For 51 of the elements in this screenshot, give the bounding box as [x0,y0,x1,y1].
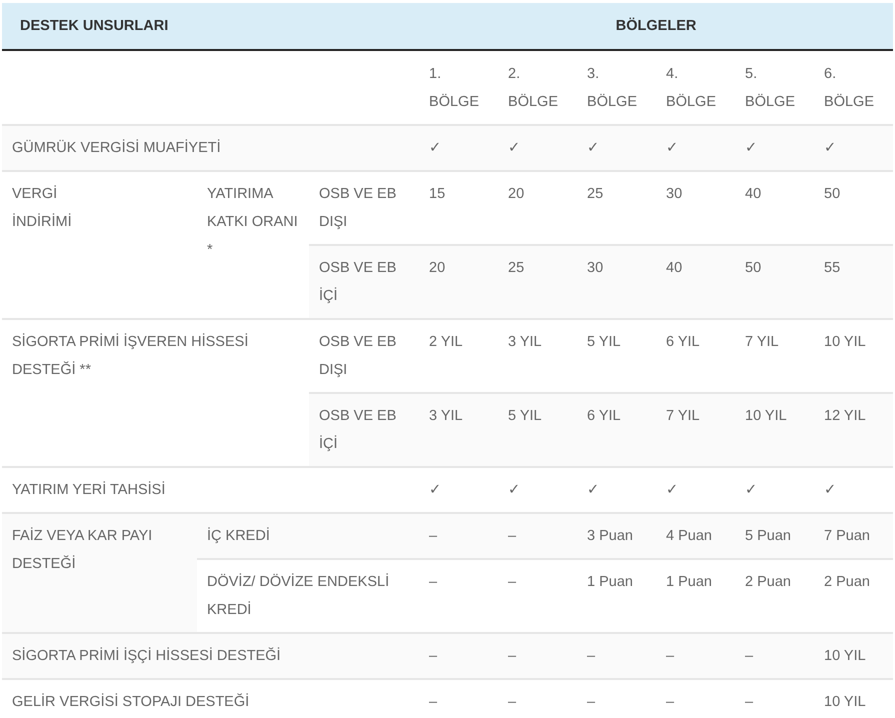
column-header: 5. BÖLGE [735,50,814,125]
column-header: 4. BÖLGE [656,50,736,125]
table-cell: – [735,633,814,679]
table-cell: 12 YIL [814,393,894,467]
column-header: DESTEK UNSURLARI [2,3,420,50]
table-cell: – [498,633,578,679]
table-cell: 6 YIL [577,393,656,467]
table-cell: İÇ KREDİ [197,513,420,559]
table-cell: 40 [656,245,736,319]
table-cell: 5 Puan [735,513,814,559]
table-cell: – [498,679,578,718]
table-cell: 7 Puan [814,513,894,559]
column-header: 2. BÖLGE [498,50,578,125]
table-cell: – [498,513,578,559]
table-cell: ✓ [577,125,656,171]
table-cell: GELİR VERGİSİ STOPAJI DESTEĞİ [2,679,420,718]
column-header: 6. BÖLGE [814,50,894,125]
table-cell: GÜMRÜK VERGİSİ MUAFİYETİ [2,125,420,171]
table-cell: 3 Puan [577,513,656,559]
table-cell: 4 Puan [656,513,736,559]
table-cell: – [419,679,498,718]
table-cell: – [577,633,656,679]
table-cell: – [419,633,498,679]
table-cell: ✓ [656,125,736,171]
table-cell: – [656,679,736,718]
table-cell: – [419,513,498,559]
table-cell: 20 [419,245,498,319]
table-cell: 30 [577,245,656,319]
table-cell: 10 YIL [735,393,814,467]
table-cell: 3 YIL [419,393,498,467]
table-cell: 7 YIL [656,393,736,467]
table-cell: VERGİ İNDİRİMİ [2,171,197,319]
table-cell: 10 YIL [814,679,894,718]
column-header: 1. BÖLGE [419,50,498,125]
table-cell: OSB VE EB İÇİ [309,245,420,319]
table-cell: OSB VE EB İÇİ [309,393,420,467]
table-cell: 50 [735,245,814,319]
table-cell: SİGORTA PRİMİ İŞÇİ HİSSESİ DESTEĞİ [2,633,420,679]
table-cell: ✓ [814,125,894,171]
table-cell: 5 YIL [498,393,578,467]
table-cell: 25 [498,245,578,319]
column-header: 3. BÖLGE [577,50,656,125]
table-cell: – [577,679,656,718]
table-cell: 55 [814,245,894,319]
table-cell: ✓ [419,125,498,171]
table-cell: ✓ [735,125,814,171]
table-cell: – [735,679,814,718]
table-cell: ✓ [498,125,578,171]
table-cell: – [656,633,736,679]
column-header: BÖLGELER [419,3,894,50]
table-cell: 10 YIL [814,633,894,679]
